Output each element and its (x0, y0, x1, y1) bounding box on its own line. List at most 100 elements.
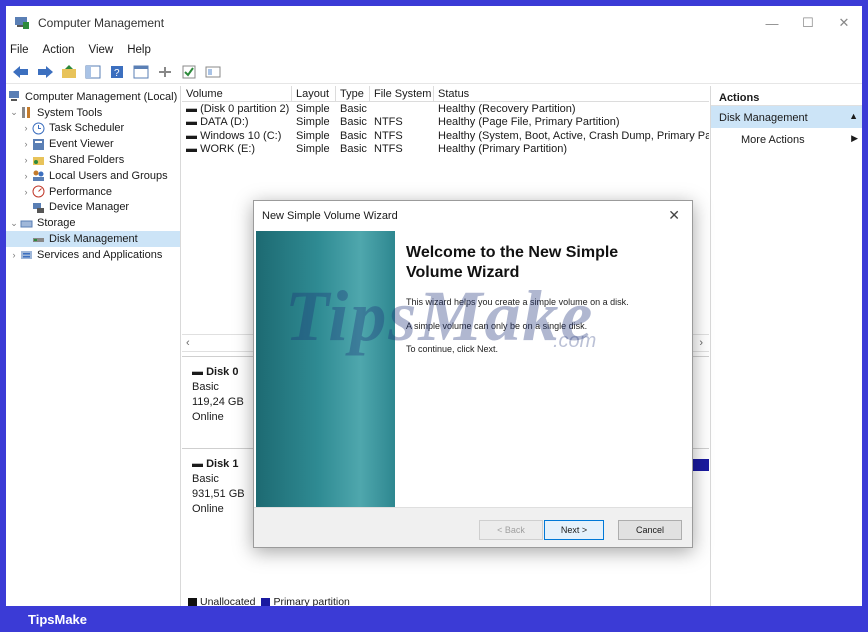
window-title: Computer Management (38, 16, 165, 30)
wizard-button-bar: < Back Next > Cancel (254, 507, 692, 547)
disk-1-name: ▬ Disk 1 (192, 458, 239, 470)
tree-label: Task Scheduler (49, 122, 125, 135)
tree-item-performance[interactable]: › Performance (6, 184, 180, 200)
tree-label: Disk Management (49, 233, 138, 246)
volume-fs: NTFS (374, 116, 403, 129)
disk-1-info: ▬ Disk 1 Basic 931,51 GB Online (192, 457, 245, 517)
volume-layout: Simple (296, 116, 330, 129)
expand-arrow-icon[interactable]: › (20, 123, 32, 133)
scroll-left-icon[interactable]: ‹ (186, 337, 190, 349)
computer-management-icon (15, 17, 29, 29)
volume-fs: NTFS (374, 143, 403, 156)
tree-item-storage[interactable]: ⌄ Storage (6, 215, 180, 231)
close-button[interactable]: ✕ (826, 6, 862, 40)
table-row[interactable]: ▬ WORK (E:) Simple Basic NTFS Healthy (P… (182, 143, 709, 157)
connect-icon[interactable] (156, 64, 174, 80)
svg-text:?: ? (114, 68, 120, 79)
expand-arrow-icon[interactable]: ⌄ (8, 218, 20, 229)
maximize-button[interactable]: ☐ (790, 6, 826, 40)
table-row[interactable]: ▬ Windows 10 (C:) Simple Basic NTFS Heal… (182, 129, 709, 143)
disk-1-size: 931,51 GB (192, 488, 245, 500)
properties-icon[interactable] (132, 64, 150, 80)
tree-item-disk-management[interactable]: Disk Management (6, 231, 180, 247)
expand-arrow-icon[interactable]: › (8, 250, 20, 260)
action-disk-management[interactable]: Disk Management ▲ (711, 106, 862, 128)
submenu-arrow-icon[interactable]: ▶ (851, 133, 858, 144)
disk-1-type: Basic (192, 473, 219, 485)
tree-item-event-viewer[interactable]: › Event Viewer (6, 136, 180, 152)
disk-1-state: Online (192, 503, 224, 515)
tree-item-shared-folders[interactable]: › Shared Folders (6, 152, 180, 168)
menu-help[interactable]: Help (127, 44, 151, 56)
menu-bar: File Action View Help (6, 40, 862, 60)
table-row[interactable]: ▬ (Disk 0 partition 2) Simple Basic Heal… (182, 102, 709, 116)
volume-layout: Simple (296, 129, 330, 142)
wizard-close-icon[interactable]: ✕ (668, 207, 680, 224)
computer-icon (9, 91, 19, 102)
device-manager-icon (33, 202, 44, 213)
check-icon[interactable] (180, 64, 198, 80)
column-layout[interactable]: Layout (292, 85, 336, 102)
up-folder-icon[interactable] (60, 64, 78, 80)
tree-label: Local Users and Groups (49, 169, 168, 182)
performance-icon (32, 185, 45, 198)
tree-label: Services and Applications (37, 248, 163, 261)
back-button[interactable]: < Back (479, 520, 543, 540)
column-type[interactable]: Type (336, 85, 370, 102)
help-icon[interactable]: ? (108, 64, 126, 80)
scroll-right-icon[interactable]: › (699, 337, 703, 349)
forward-arrow-icon[interactable] (36, 64, 54, 80)
tree-label: Storage (37, 217, 76, 230)
tree-item-task-scheduler[interactable]: › Task Scheduler (6, 121, 180, 137)
tree-item-computer-management[interactable]: Computer Management (Local) (6, 89, 180, 105)
tree-item-local-users[interactable]: › Local Users and Groups (6, 168, 180, 184)
users-icon (33, 170, 44, 182)
volume-name: ▬ (Disk 0 partition 2) (186, 102, 290, 115)
table-row[interactable]: ▬ DATA (D:) Simple Basic NTFS Healthy (P… (182, 116, 709, 130)
menu-file[interactable]: File (10, 44, 29, 56)
action-label: More Actions (741, 134, 805, 146)
volume-name: ▬ WORK (E:) (186, 143, 256, 156)
show-hide-tree-icon[interactable] (84, 64, 102, 80)
collapse-arrow-icon[interactable]: ▲ (849, 111, 858, 121)
expand-arrow-icon[interactable]: › (20, 155, 32, 165)
expand-arrow-icon[interactable]: › (20, 139, 32, 149)
footer-brand: TipsMake (0, 606, 868, 632)
view-icon[interactable] (204, 64, 222, 80)
actions-header: Actions (711, 86, 862, 106)
column-volume[interactable]: Volume (182, 85, 292, 102)
tree-item-services-applications[interactable]: › Services and Applications (6, 247, 180, 263)
menu-view[interactable]: View (89, 44, 114, 56)
column-file-system[interactable]: File System (370, 85, 434, 102)
column-status[interactable]: Status (434, 86, 709, 102)
navigation-tree: Computer Management (Local) ⌄ System Too… (6, 86, 181, 606)
storage-icon (20, 220, 33, 228)
tree-item-system-tools[interactable]: ⌄ System Tools (6, 105, 180, 121)
tree-label: Event Viewer (49, 138, 114, 151)
expand-arrow-icon[interactable]: › (20, 171, 32, 181)
shared-folder-icon (33, 156, 44, 165)
disk-1-primary-partition-bar[interactable] (691, 459, 709, 471)
action-more-actions[interactable]: More Actions ▶ (711, 128, 862, 150)
volume-status: Healthy (Page File, Primary Partition) (438, 116, 620, 129)
menu-action[interactable]: Action (43, 44, 75, 56)
disk-0-state: Online (192, 411, 224, 423)
volume-type: Basic (340, 102, 367, 115)
minimize-button[interactable]: — (754, 6, 790, 40)
event-viewer-icon (33, 138, 44, 150)
next-button[interactable]: Next > (544, 520, 604, 540)
volume-fs: NTFS (374, 129, 403, 142)
expand-arrow-icon[interactable]: ⌄ (8, 107, 20, 118)
back-arrow-icon[interactable] (12, 64, 30, 80)
volume-name: ▬ DATA (D:) (186, 116, 249, 129)
volume-status: Healthy (Recovery Partition) (438, 102, 576, 115)
disk-0-info: ▬ Disk 0 Basic 119,24 GB Online (192, 365, 244, 425)
cancel-button[interactable]: Cancel (618, 520, 682, 540)
new-simple-volume-wizard-dialog: New Simple Volume Wizard ✕ Welcome to th… (253, 200, 693, 548)
expand-arrow-icon[interactable]: › (20, 187, 32, 197)
tree-label: Computer Management (Local) (25, 90, 178, 103)
volume-type: Basic (340, 129, 367, 142)
tree-item-device-manager[interactable]: Device Manager (6, 200, 180, 216)
volume-layout: Simple (296, 143, 330, 156)
tree-label: Shared Folders (49, 154, 125, 167)
